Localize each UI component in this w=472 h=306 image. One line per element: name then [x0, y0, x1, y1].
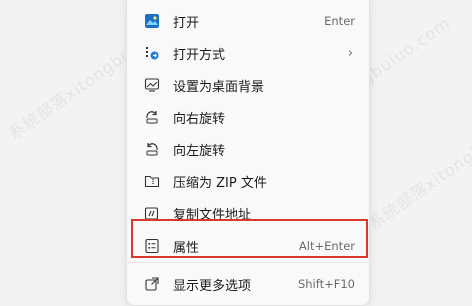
- menu-item-rotate-left[interactable]: 向左旋转: [135, 134, 365, 164]
- menu-item-label: 设置为桌面背景: [173, 79, 265, 95]
- menu-item-label: 打开方式: [173, 47, 226, 63]
- menu-item-set-background[interactable]: 设置为桌面背景: [135, 70, 365, 100]
- menu-divider: [127, 262, 369, 263]
- rotate-right-icon: [143, 108, 161, 126]
- menu-item-label: 显示更多选项: [173, 278, 252, 294]
- chevron-right-icon: ›: [347, 45, 353, 61]
- menu-item-rotate-right[interactable]: 向右旋转: [135, 102, 365, 132]
- context-menu: 打开 Enter 打开方式 › 设置为桌面背景 向右旋转 向左旋转 压缩为 ZI…: [126, 0, 370, 306]
- set-desktop-background-icon: [143, 76, 161, 94]
- menu-item-compress-zip[interactable]: 压缩为 ZIP 文件: [135, 166, 365, 196]
- menu-item-open[interactable]: 打开 Enter: [135, 6, 365, 36]
- watermark-text: 系统部落xitongbuluo.com: [365, 93, 472, 234]
- shortcut-text: Shift+F10: [297, 277, 355, 291]
- menu-item-label: 压缩为 ZIP 文件: [173, 175, 267, 191]
- open-with-icon: [143, 44, 161, 62]
- zip-folder-icon: [143, 172, 161, 190]
- menu-item-open-with[interactable]: 打开方式 ›: [135, 38, 365, 68]
- highlight-box: [131, 219, 368, 258]
- rotate-left-icon: [143, 140, 161, 158]
- menu-item-more-options[interactable]: 显示更多选项 Shift+F10: [135, 269, 365, 299]
- menu-item-label: 向右旋转: [173, 111, 226, 127]
- photos-app-icon: [143, 12, 161, 30]
- menu-item-label: 打开: [173, 15, 200, 31]
- menu-item-label: 向左旋转: [173, 143, 226, 159]
- more-options-icon: [143, 275, 161, 293]
- shortcut-text: Enter: [324, 14, 355, 28]
